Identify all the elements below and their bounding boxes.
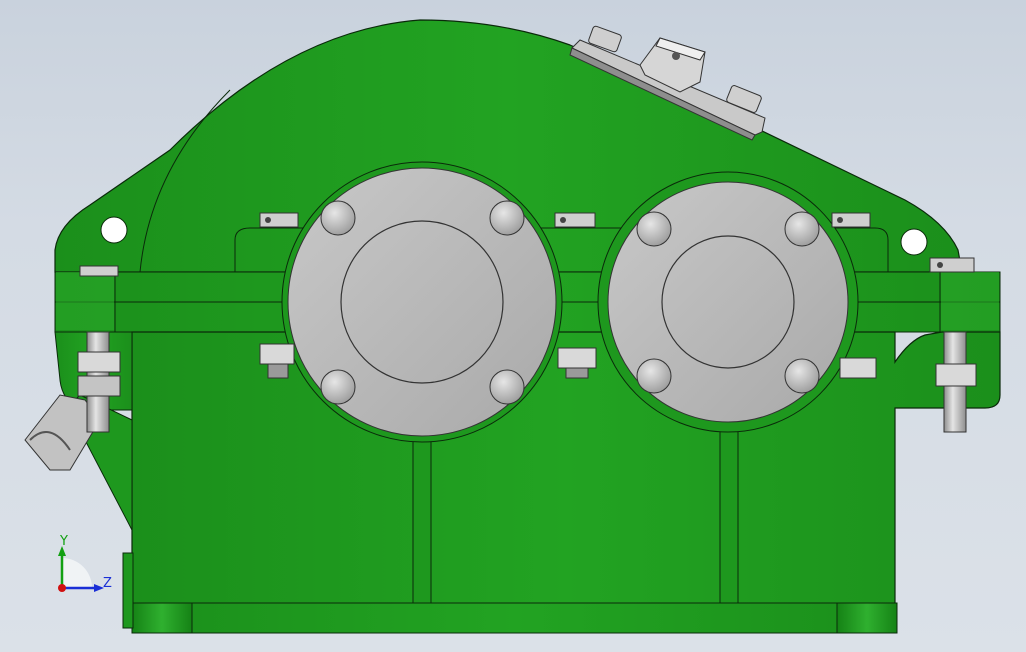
cap-bolt[interactable] — [320, 200, 356, 236]
lifting-hole-left — [100, 216, 128, 244]
flange-nut-top-5[interactable] — [929, 257, 975, 273]
flange-nut-top-2[interactable] — [554, 212, 596, 228]
flange-nut-top-4[interactable] — [79, 265, 119, 277]
bearing-cap-left[interactable] — [287, 167, 557, 437]
base-plate — [131, 602, 898, 634]
oil-dipstick[interactable] — [24, 394, 133, 531]
origin-dot — [58, 584, 66, 592]
flange-nut-top-3[interactable] — [831, 212, 871, 228]
foot-right — [836, 602, 898, 634]
cap-bolt[interactable] — [320, 369, 356, 405]
cap-bolt[interactable] — [489, 369, 525, 405]
flange-nut-top-1[interactable] — [259, 212, 299, 228]
cap-bolt[interactable] — [489, 200, 525, 236]
drain-boss — [122, 552, 134, 629]
foot-left — [131, 602, 193, 634]
cap-bolt[interactable] — [636, 211, 672, 247]
cap-bolt[interactable] — [636, 358, 672, 394]
flange-bolt-3[interactable] — [839, 357, 877, 379]
y-axis-label: Y — [59, 534, 68, 549]
cap-bolt[interactable] — [784, 211, 820, 247]
z-axis-label: Z — [103, 576, 112, 591]
rib-left — [412, 439, 432, 606]
rib-right — [719, 429, 739, 606]
model-viewport[interactable]: Y Z — [0, 0, 1026, 652]
lifting-hole-right — [900, 228, 928, 256]
cap-bolt[interactable] — [784, 358, 820, 394]
bearing-cap-right[interactable] — [607, 181, 849, 423]
coordinate-triad: Y Z — [58, 534, 112, 592]
